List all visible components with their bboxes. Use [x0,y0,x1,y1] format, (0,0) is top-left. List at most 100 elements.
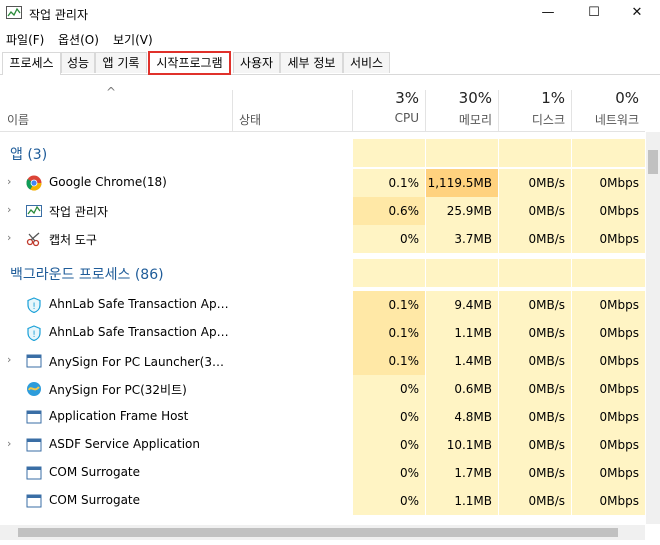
process-name: Google Chrome(18) [49,175,167,189]
heat-cell [572,139,645,167]
cpu-cell: 0% [353,375,425,403]
network-cell: 0Mbps [572,225,645,253]
table-row[interactable]: › AnySign For PC Launcher(32비... 0.1% 1.… [0,347,645,375]
disk-label: 디스크 [531,113,565,127]
column-memory[interactable]: 30% 메모리 [426,75,498,131]
maximize-button[interactable]: ☐ [571,0,617,28]
heat-cell [499,259,571,287]
disk-cell: 0MB/s [499,431,571,459]
process-name: COM Surrogate [49,493,141,507]
table-row[interactable]: COM Surrogate 0% 1.7MB 0MB/s 0Mbps [0,459,645,487]
expand-chevron-icon[interactable]: › [7,437,11,450]
table-row[interactable]: › Google Chrome(18) 0.1% 1,119.5MB 0MB/s… [0,169,645,197]
cpu-cell: 0.6% [353,197,425,225]
tab-performance[interactable]: 성능 [61,52,95,73]
cpu-cell: 0% [353,225,425,253]
cpu-cell: 0.1% [353,319,425,347]
disk-cell: 0MB/s [499,319,571,347]
disk-cell: 0MB/s [499,459,571,487]
disk-total: 1% [541,89,565,107]
disk-cell: 0MB/s [499,291,571,319]
cpu-cell: 0% [353,459,425,487]
process-name: COM Surrogate [49,465,141,479]
column-network[interactable]: 0% 네트워크 [572,75,645,131]
table-row[interactable]: ! AhnLab Safe Transaction Appli... 0.1% … [0,319,645,347]
tab-services[interactable]: 서비스 [343,52,390,73]
column-name[interactable]: 이름 [7,111,29,128]
menu-view[interactable]: 보기(V) [113,31,153,48]
network-cell: 0Mbps [572,459,645,487]
vertical-scrollbar[interactable] [646,132,660,524]
close-button[interactable]: ✕ [614,0,660,28]
tab-processes[interactable]: 프로세스 [2,52,61,75]
process-name: ASDF Service Application [49,437,200,451]
column-header: ^ 이름 상태 3% CPU 30% 메모리 1% 디스크 0% 네트워크 [0,75,645,132]
window-app-icon [26,494,42,508]
disk-cell: 0MB/s [499,197,571,225]
menu-bar: 파일(F) 옵션(O) 보기(V) [0,29,660,49]
network-label: 네트워크 [594,113,639,127]
memory-cell: 1.1MB [426,487,498,515]
heat-cell [499,139,571,167]
table-row[interactable]: › 캡처 도구 0% 3.7MB 0MB/s 0Mbps [0,225,645,253]
heat-cell [426,139,498,167]
memory-cell: 1.4MB [426,347,498,375]
cpu-cell: 0.1% [353,169,425,197]
sort-ascending-icon[interactable]: ^ [106,85,116,99]
horizontal-scroll-thumb[interactable] [18,528,618,537]
cpu-cell: 0% [353,431,425,459]
heat-cell [353,259,425,287]
table-row[interactable]: › 작업 관리자 0.6% 25.9MB 0MB/s 0Mbps [0,197,645,225]
menu-options[interactable]: 옵션(O) [58,31,99,48]
cpu-cell: 0% [353,403,425,431]
table-row[interactable]: AnySign For PC(32비트) 0% 0.6MB 0MB/s 0Mbp… [0,375,645,403]
disk-cell: 0MB/s [499,375,571,403]
tab-details[interactable]: 세부 정보 [280,52,343,73]
column-disk[interactable]: 1% 디스크 [499,75,571,131]
expand-chevron-icon[interactable]: › [7,203,11,216]
disk-cell: 0MB/s [499,169,571,197]
memory-total: 30% [458,89,492,107]
table-row[interactable]: COM Surrogate 0% 1.1MB 0MB/s 0Mbps [0,487,645,515]
window-app-icon [26,466,42,480]
process-name: AhnLab Safe Transaction Appli... [49,325,229,339]
tab-startup[interactable]: 시작프로그램 [148,51,231,75]
minimize-button[interactable]: — [525,0,571,28]
anysign-icon [27,382,41,396]
memory-cell: 1,119.5MB [426,169,498,197]
menu-file[interactable]: 파일(F) [6,31,44,48]
table-row[interactable]: › ASDF Service Application 0% 10.1MB 0MB… [0,431,645,459]
table-row[interactable]: ! AhnLab Safe Transaction Appli... 0.1% … [0,291,645,319]
tab-users[interactable]: 사용자 [233,52,280,73]
memory-cell: 1.1MB [426,319,498,347]
heat-cell [426,259,498,287]
column-status[interactable]: 상태 [239,111,261,128]
table-row[interactable]: Application Frame Host 0% 4.8MB 0MB/s 0M… [0,403,645,431]
network-cell: 0Mbps [572,319,645,347]
group-apps[interactable]: 앱 (3) [0,139,645,167]
network-cell: 0Mbps [572,375,645,403]
snipping-tool-icon [26,232,40,247]
cpu-cell: 0.1% [353,347,425,375]
task-manager-icon [6,6,22,19]
process-list: 앱 (3) › Google Chrome(18) 0.1% 1,119.5MB… [0,132,645,524]
memory-cell: 4.8MB [426,403,498,431]
window-app-icon [26,410,42,424]
memory-cell: 1.7MB [426,459,498,487]
memory-cell: 0.6MB [426,375,498,403]
column-cpu[interactable]: 3% CPU [353,75,425,131]
expand-chevron-icon[interactable]: › [7,231,11,244]
tab-app-history[interactable]: 앱 기록 [95,52,147,73]
disk-cell: 0MB/s [499,347,571,375]
disk-cell: 0MB/s [499,225,571,253]
vertical-scroll-thumb[interactable] [648,150,658,174]
group-background[interactable]: 백그라운드 프로세스 (86) [0,259,645,287]
expand-chevron-icon[interactable]: › [7,353,11,366]
network-cell: 0Mbps [572,197,645,225]
process-name: AhnLab Safe Transaction Appli... [49,297,229,311]
expand-chevron-icon[interactable]: › [7,175,11,188]
network-cell: 0Mbps [572,403,645,431]
tab-strip: 프로세스 성능 앱 기록 시작프로그램 사용자 세부 정보 서비스 [0,51,660,75]
horizontal-scrollbar[interactable] [0,525,645,540]
network-total: 0% [615,89,639,107]
